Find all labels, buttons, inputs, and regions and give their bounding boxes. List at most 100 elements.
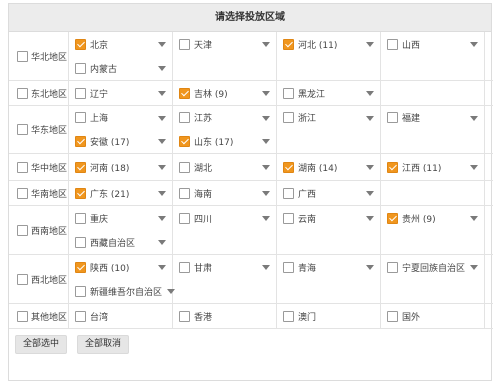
province-cell[interactable]: 香港 — [173, 304, 277, 329]
province-item[interactable]: 安徽 (17) — [69, 130, 172, 154]
province-item[interactable] — [381, 230, 484, 254]
province-item[interactable] — [173, 230, 276, 254]
province-item[interactable] — [381, 130, 484, 154]
province-cell[interactable]: 江西 (11) — [381, 154, 485, 181]
chevron-down-icon[interactable] — [470, 42, 478, 47]
chevron-down-icon[interactable] — [366, 42, 374, 47]
province-cell[interactable] — [381, 181, 485, 206]
province-cell[interactable]: 湖北 — [173, 154, 277, 181]
checkbox[interactable] — [179, 161, 190, 173]
province-item[interactable]: 云南 — [277, 206, 380, 230]
region-cell[interactable]: 华南地区 — [9, 181, 69, 206]
checkbox[interactable] — [387, 261, 398, 273]
checkbox[interactable] — [75, 62, 86, 74]
province-item[interactable]: 山西 — [381, 32, 484, 56]
checkbox[interactable] — [387, 38, 398, 50]
checkbox[interactable] — [179, 112, 190, 124]
chevron-down-icon[interactable] — [470, 265, 478, 270]
select-all-button[interactable]: 全部选中 — [15, 335, 68, 354]
province-item[interactable]: 江苏 — [173, 106, 276, 130]
region-cell[interactable]: 其他地区 — [9, 304, 69, 329]
chevron-down-icon[interactable] — [366, 165, 374, 170]
chevron-down-icon[interactable] — [262, 191, 270, 196]
checkbox[interactable] — [75, 112, 86, 124]
checkbox[interactable] — [179, 212, 190, 224]
region-checkbox[interactable] — [17, 50, 28, 62]
province-item[interactable]: 北京 — [69, 32, 172, 56]
province-item[interactable] — [173, 279, 276, 303]
province-item[interactable]: 陕西 (10) — [69, 255, 172, 279]
province-cell[interactable]: 河南 (18) — [69, 154, 173, 181]
checkbox[interactable] — [179, 310, 190, 322]
province-cell[interactable]: 广西 — [277, 181, 381, 206]
chevron-down-icon[interactable] — [366, 191, 374, 196]
checkbox[interactable] — [283, 212, 294, 224]
checkbox[interactable] — [283, 187, 294, 199]
region-checkbox[interactable] — [17, 310, 28, 322]
region-cell[interactable]: 华东地区 — [9, 106, 69, 154]
checkbox[interactable] — [75, 87, 86, 99]
chevron-down-icon[interactable] — [262, 115, 270, 121]
chevron-down-icon[interactable] — [262, 265, 270, 270]
checkbox[interactable] — [75, 135, 86, 147]
region-cell[interactable]: 西南地区 — [9, 206, 69, 255]
checkbox[interactable] — [387, 310, 398, 322]
province-item[interactable] — [277, 279, 380, 303]
chevron-down-icon[interactable] — [262, 91, 270, 96]
province-item[interactable]: 甘肃 — [173, 255, 276, 279]
checkbox[interactable] — [283, 38, 294, 50]
checkbox[interactable] — [179, 87, 190, 99]
province-item[interactable]: 浙江 — [277, 106, 380, 130]
province-cell[interactable]: 海南 — [173, 181, 277, 206]
province-item[interactable] — [173, 56, 276, 80]
chevron-down-icon[interactable] — [262, 165, 270, 170]
chevron-down-icon[interactable] — [366, 91, 374, 96]
chevron-down-icon[interactable] — [158, 91, 166, 96]
province-item[interactable]: 重庆 — [69, 206, 172, 230]
region-checkbox[interactable] — [17, 161, 28, 173]
checkbox[interactable] — [283, 261, 294, 273]
region-cell[interactable]: 东北地区 — [9, 81, 69, 106]
checkbox[interactable] — [283, 87, 294, 99]
province-item[interactable]: 内蒙古 — [69, 56, 172, 80]
province-item[interactable]: 福建 — [381, 106, 484, 130]
province-cell[interactable]: 辽宁 — [69, 81, 173, 106]
province-item[interactable] — [381, 279, 484, 303]
checkbox[interactable] — [75, 261, 86, 273]
region-checkbox[interactable] — [17, 124, 28, 135]
region-cell[interactable]: 华中地区 — [9, 154, 69, 181]
province-item[interactable] — [277, 56, 380, 80]
region-cell[interactable]: 西北地区 — [9, 255, 69, 304]
province-cell[interactable]: 黑龙江 — [277, 81, 381, 106]
checkbox[interactable] — [387, 161, 398, 173]
checkbox[interactable] — [387, 212, 398, 224]
chevron-down-icon[interactable] — [470, 216, 478, 221]
checkbox[interactable] — [283, 161, 294, 173]
chevron-down-icon[interactable] — [158, 139, 166, 145]
chevron-down-icon[interactable] — [158, 265, 166, 270]
checkbox[interactable] — [75, 310, 86, 322]
province-item[interactable]: 山东 (17) — [173, 130, 276, 154]
checkbox[interactable] — [179, 187, 190, 199]
province-cell[interactable]: 吉林 (9) — [173, 81, 277, 106]
chevron-down-icon[interactable] — [366, 265, 374, 270]
chevron-down-icon[interactable] — [158, 191, 166, 196]
province-item[interactable] — [277, 230, 380, 254]
checkbox[interactable] — [75, 187, 86, 199]
province-cell[interactable] — [381, 81, 485, 106]
checkbox[interactable] — [75, 38, 86, 50]
region-checkbox[interactable] — [17, 87, 28, 99]
province-item[interactable]: 上海 — [69, 106, 172, 130]
province-item[interactable]: 贵州 (9) — [381, 206, 484, 230]
checkbox[interactable] — [75, 161, 86, 173]
region-checkbox[interactable] — [17, 273, 28, 285]
checkbox[interactable] — [75, 285, 86, 297]
region-checkbox[interactable] — [17, 187, 28, 199]
province-cell[interactable]: 湖南 (14) — [277, 154, 381, 181]
chevron-down-icon[interactable] — [366, 216, 374, 221]
region-checkbox[interactable] — [17, 224, 28, 236]
chevron-down-icon[interactable] — [158, 115, 166, 121]
checkbox[interactable] — [283, 310, 294, 322]
checkbox[interactable] — [75, 236, 86, 248]
checkbox[interactable] — [387, 112, 398, 124]
